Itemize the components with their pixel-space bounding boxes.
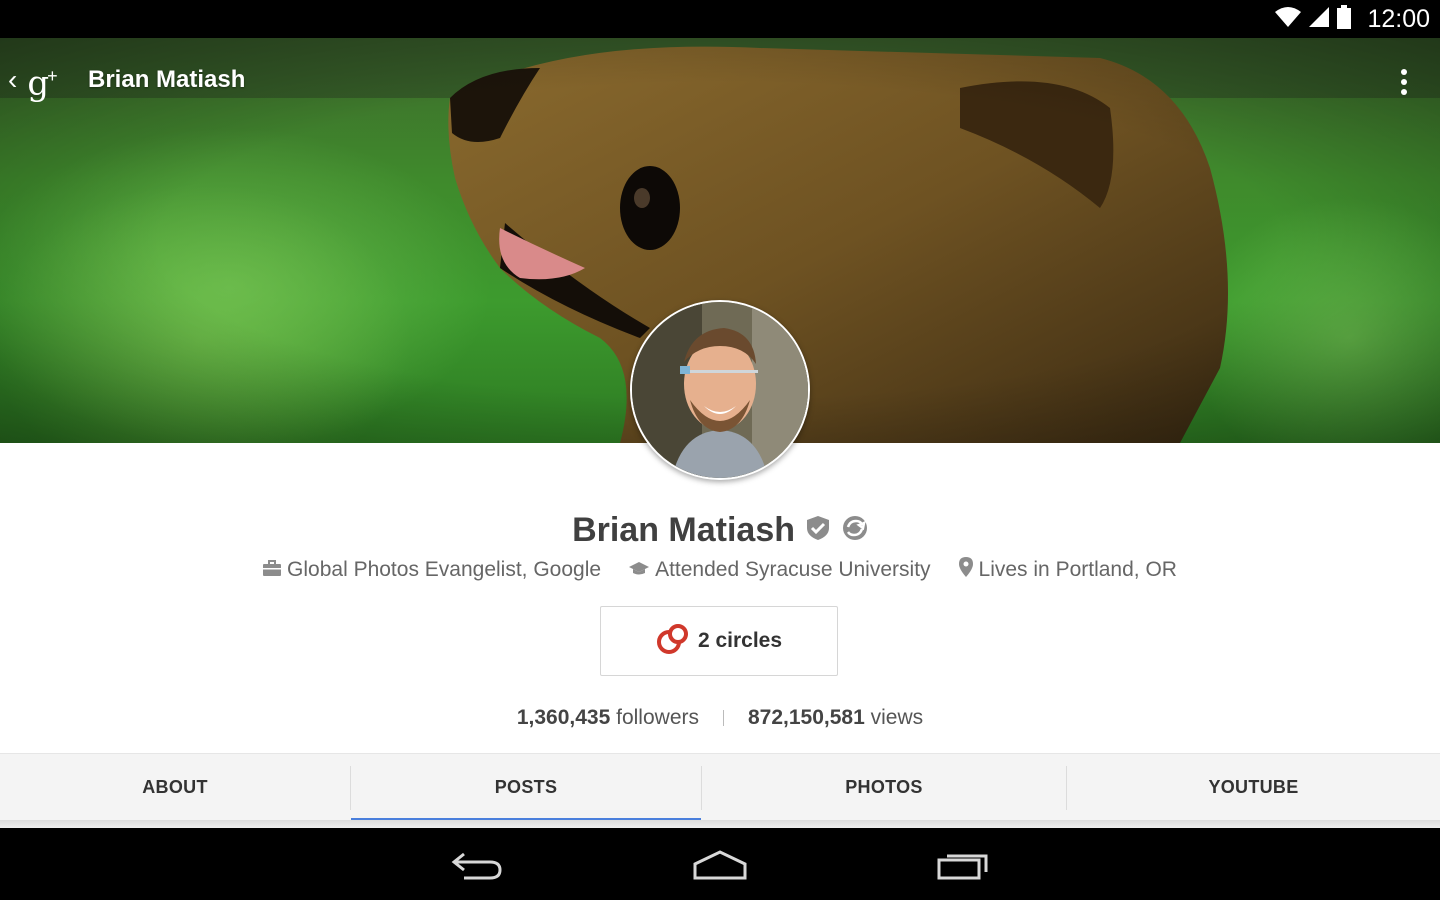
- back-icon[interactable]: [432, 842, 522, 888]
- status-time: 12:00: [1367, 5, 1430, 33]
- status-icons: [1274, 4, 1352, 34]
- avatar-photo: [632, 302, 808, 478]
- detail-location-text: Lives in Portland, OR: [978, 558, 1177, 581]
- action-bar-title: Brian Matiash: [88, 66, 246, 93]
- google-plus-icon: g+: [27, 63, 58, 104]
- avatar[interactable]: [630, 300, 810, 480]
- action-bar: ‹ g+ Brian Matiash: [0, 38, 1440, 122]
- detail-education: Attended Syracuse University: [629, 558, 931, 582]
- nav-bar: [0, 828, 1440, 900]
- profile-name-row: Brian Matiash: [0, 508, 1440, 552]
- tab-youtube[interactable]: YOUTUBE: [1067, 754, 1440, 821]
- wifi-icon: [1274, 6, 1302, 33]
- cell-signal-icon: [1308, 6, 1330, 33]
- detail-work-text: Global Photos Evangelist, Google: [287, 558, 602, 581]
- recent-apps-icon[interactable]: [918, 842, 1008, 888]
- content-strip: [0, 820, 1440, 828]
- profile-name: Brian Matiash: [572, 511, 796, 549]
- views-label: views: [870, 706, 924, 729]
- graduation-cap-icon: [629, 558, 650, 582]
- tab-about[interactable]: ABOUT: [0, 754, 350, 821]
- profile-details: Global Photos Evangelist, Google Attende…: [0, 556, 1440, 584]
- up-button[interactable]: ‹ g+: [4, 56, 74, 104]
- profile-tabs: ABOUT POSTS PHOTOS YOUTUBE: [0, 753, 1440, 821]
- location-pin-icon: [958, 557, 973, 583]
- stats-divider: [723, 710, 724, 726]
- home-icon[interactable]: [675, 842, 765, 888]
- tab-photos[interactable]: PHOTOS: [702, 754, 1066, 821]
- hangouts-sync-icon: [842, 515, 868, 546]
- circles-button[interactable]: 2 circles: [600, 606, 838, 676]
- followers-count: 1,360,435: [516, 706, 611, 729]
- followers-label: followers: [616, 706, 699, 729]
- views-count: 872,150,581: [748, 706, 865, 729]
- status-bar: 12:00: [0, 0, 1440, 38]
- detail-location: Lives in Portland, OR: [958, 557, 1177, 583]
- circles-label: 2 circles: [697, 629, 783, 652]
- chevron-left-icon: ‹: [8, 64, 18, 95]
- circles-icon: [656, 623, 690, 660]
- verified-icon: [805, 515, 831, 546]
- detail-work: Global Photos Evangelist, Google: [263, 558, 601, 582]
- battery-icon: [1336, 4, 1352, 34]
- profile-stats: 1,360,435 followers 872,150,581 views: [0, 704, 1440, 732]
- views-stat: 872,150,581 views: [748, 706, 923, 730]
- overflow-menu-icon[interactable]: [1388, 62, 1420, 102]
- tab-posts[interactable]: POSTS: [351, 754, 701, 821]
- briefcase-icon: [263, 558, 282, 582]
- detail-education-text: Attended Syracuse University: [655, 558, 931, 581]
- followers-stat[interactable]: 1,360,435 followers: [517, 706, 699, 730]
